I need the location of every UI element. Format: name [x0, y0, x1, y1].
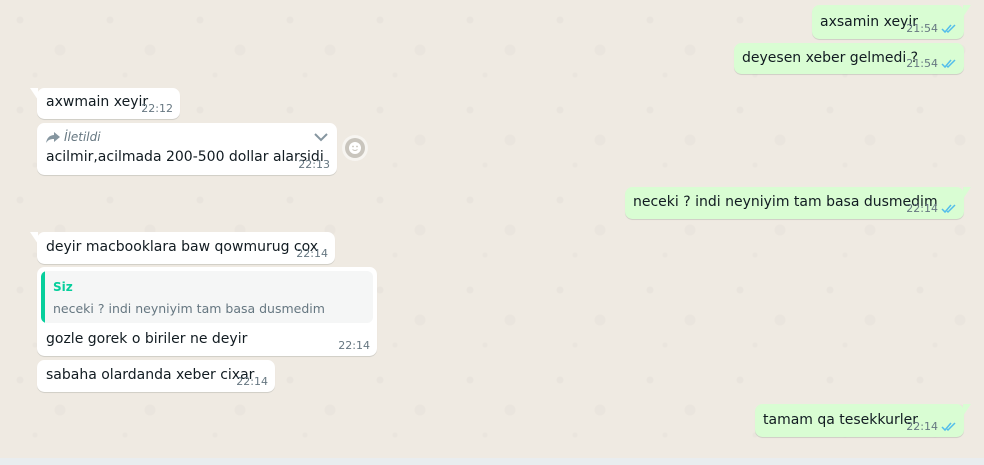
- message-text: neceki ? indi neyniyim tam basa dusmedim: [633, 194, 938, 210]
- message-text: axwmain xeyir: [46, 94, 149, 110]
- quote-accent-bar: [41, 271, 45, 323]
- outgoing-message[interactable]: axsamin xeyir 21:54: [812, 5, 971, 39]
- incoming-message[interactable]: axwmain xeyir 22:12: [30, 88, 180, 119]
- read-ticks-icon: [941, 24, 956, 34]
- message-meta: 21:54: [906, 21, 957, 36]
- message-meta: 22:14: [296, 246, 328, 261]
- read-ticks-icon: [941, 59, 956, 69]
- message-time: 22:14: [296, 247, 328, 260]
- message-time: 22:12: [141, 102, 173, 115]
- message-time: 22:14: [906, 420, 938, 433]
- message-time: 21:54: [906, 57, 938, 70]
- message-time: 21:54: [906, 22, 938, 35]
- composer-edge: [0, 458, 984, 465]
- read-ticks-icon: [941, 204, 956, 214]
- message-text: acilmir,acilmada 200-500 dollar alarsidi: [46, 149, 324, 165]
- emoji-react-icon: [345, 138, 365, 158]
- outgoing-message[interactable]: neceki ? indi neyniyim tam basa dusmedim…: [625, 187, 971, 219]
- message-meta: 21:54: [906, 56, 957, 71]
- chat-message-list[interactable]: axsamin xeyir 21:54 deyesen xeber gelmed…: [0, 0, 984, 458]
- quote-author: Siz: [53, 280, 73, 294]
- message-meta: 22:12: [141, 101, 173, 116]
- chevron-down-icon[interactable]: [313, 131, 329, 143]
- message-time: 22:14: [236, 375, 268, 388]
- outgoing-message[interactable]: tamam qa tesekkurler 22:14: [755, 404, 971, 437]
- message-meta: 22:14: [906, 201, 957, 216]
- message-text: deyir macbooklara baw qowmurug cox: [46, 239, 319, 255]
- forward-arrow-icon: [46, 132, 60, 143]
- message-time: 22:14: [338, 339, 370, 352]
- incoming-message[interactable]: deyir macbooklara baw qowmurug cox 22:14: [30, 232, 335, 264]
- message-time: 22:13: [298, 158, 330, 171]
- message-meta: 22:13: [298, 157, 330, 172]
- message-text: axsamin xeyir: [820, 14, 918, 30]
- message-meta: 22:14: [338, 338, 370, 353]
- message-text: tamam qa tesekkurler: [763, 412, 918, 428]
- incoming-message[interactable]: sabaha olardanda xeber cixar 22:14: [37, 360, 275, 392]
- message-time: 22:14: [906, 202, 938, 215]
- forwarded-text: İletildi: [64, 130, 101, 144]
- incoming-message[interactable]: Siz neceki ? indi neyniyim tam basa dusm…: [37, 267, 377, 356]
- quoted-message[interactable]: Siz neceki ? indi neyniyim tam basa dusm…: [41, 271, 373, 323]
- message-meta: 22:14: [906, 419, 957, 434]
- message-text: deyesen xeber gelmedi ?: [742, 50, 919, 66]
- message-text: sabaha olardanda xeber cixar: [46, 367, 255, 383]
- emoji-react-button[interactable]: [342, 135, 368, 161]
- forwarded-label: İletildi: [46, 128, 101, 147]
- read-ticks-icon: [941, 422, 956, 432]
- quote-text: neceki ? indi neyniyim tam basa dusmedim: [53, 301, 325, 316]
- outgoing-message[interactable]: deyesen xeber gelmedi ? 21:54: [734, 43, 964, 74]
- message-text: gozle gorek o biriler ne deyir: [46, 331, 248, 347]
- incoming-message[interactable]: İletildi acilmir,acilmada 200-500 dollar…: [37, 123, 337, 175]
- message-meta: 22:14: [236, 374, 268, 389]
